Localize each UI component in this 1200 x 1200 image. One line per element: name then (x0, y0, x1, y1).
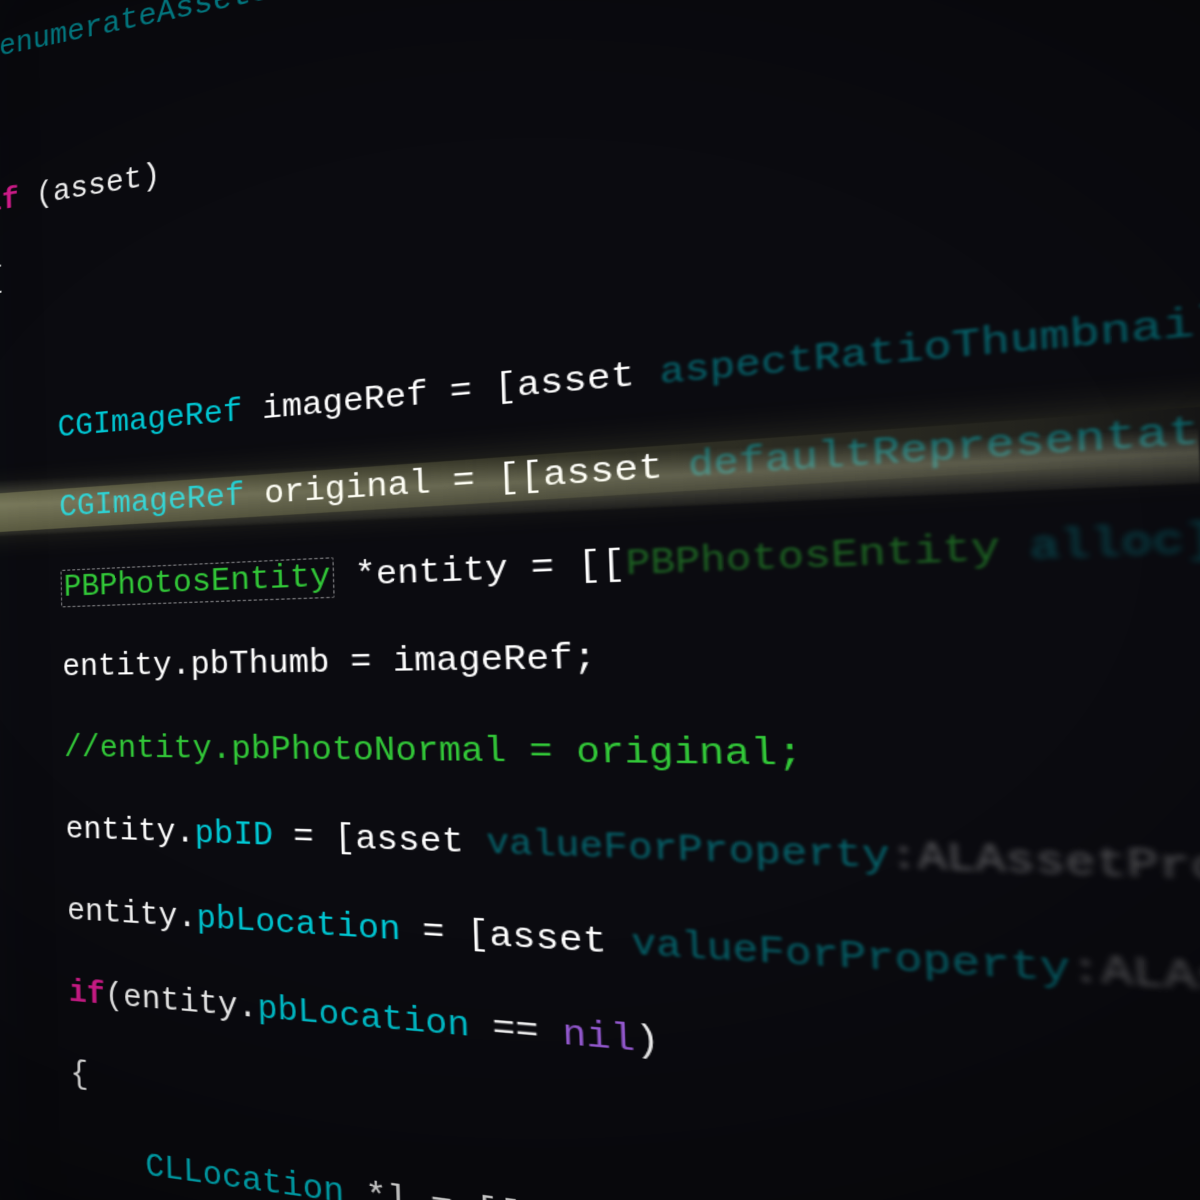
code-line: entity.pbThumb = imageRef; (0, 619, 1200, 690)
scene: sGroup *)group photosArray:( up enumerat… (0, 0, 1200, 1200)
code-editor[interactable]: sGroup *)group photosArray:( up enumerat… (0, 0, 1200, 1200)
code-line: entity.pbID = [asset valueForProperty:AL… (0, 807, 1200, 907)
monitor-screen: sGroup *)group photosArray:( up enumerat… (0, 0, 1200, 1200)
code-line: //entity.pbPhotoNormal = original; (0, 729, 1200, 791)
